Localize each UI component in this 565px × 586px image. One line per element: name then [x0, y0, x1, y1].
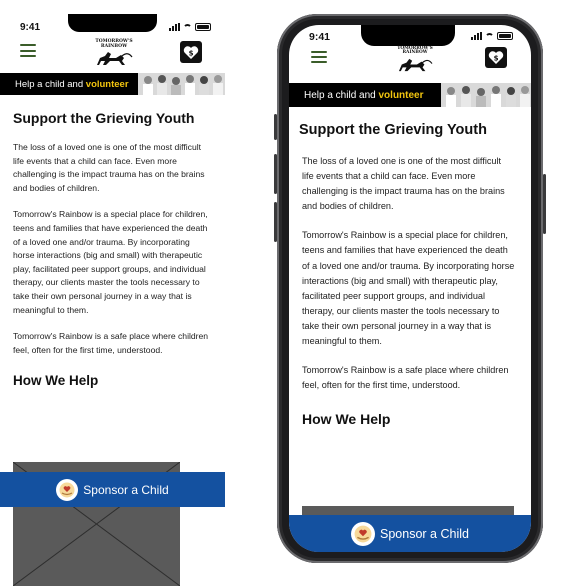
- volunteers-photo: [138, 73, 225, 95]
- volunteer-banner[interactable]: Help a child and volunteer: [289, 83, 531, 107]
- wifi-icon: [183, 23, 192, 31]
- section-heading: How We Help: [13, 373, 99, 389]
- safe-place-paragraph: Tomorrow's Rainbow is a safe place where…: [13, 331, 209, 355]
- logo-text: TOMORROW'S RAINBOW: [397, 46, 433, 56]
- main-content: Support the Grieving Youth The loss of a…: [289, 122, 531, 427]
- volunteers-photo: [441, 83, 531, 107]
- heart-dollar-icon[interactable]: $: [180, 41, 202, 63]
- page-title: Support the Grieving Youth: [299, 122, 487, 138]
- mobile-screen-flat: 9:41 TOMORROW'S RAINBOW $ Help a child a…: [0, 0, 225, 586]
- banner-lead: Help a child and: [304, 89, 376, 101]
- signal-icon: [169, 23, 180, 31]
- heart-dollar-icon[interactable]: $: [485, 47, 507, 68]
- sponsor-label: Sponsor a Child: [83, 482, 169, 497]
- status-bar: 9:41: [0, 0, 225, 34]
- logo-text: TOMORROW'S RAINBOW: [95, 39, 133, 49]
- status-icons: [169, 23, 211, 31]
- battery-icon: [195, 23, 211, 31]
- banner-text: Help a child and volunteer: [15, 79, 129, 90]
- about-paragraph: Tomorrow's Rainbow is a special place fo…: [13, 209, 208, 315]
- svg-text:$: $: [189, 49, 194, 57]
- page-title: Support the Grieving Youth: [13, 110, 195, 126]
- status-time: 9:41: [20, 22, 41, 33]
- hand-heart-icon: [56, 478, 79, 501]
- banner-highlight[interactable]: volunteer: [86, 79, 129, 90]
- banner-text: Help a child and volunteer: [304, 90, 424, 101]
- main-content: Support the Grieving Youth The loss of a…: [0, 110, 225, 388]
- section-heading: How We Help: [302, 411, 391, 428]
- site-logo[interactable]: TOMORROW'S RAINBOW: [393, 46, 437, 73]
- device-notch: [68, 14, 157, 32]
- horse-logo-icon: [398, 58, 433, 71]
- volunteer-banner[interactable]: Help a child and volunteer: [0, 73, 225, 95]
- device-notch: [361, 25, 455, 46]
- intro-paragraph: The loss of a loved one is one of the mo…: [302, 156, 505, 212]
- battery-icon: [497, 32, 513, 40]
- mobile-screen-phone: 9:41 TOMORROW'S RAINBOW $ Help a child a…: [289, 25, 531, 552]
- safe-place-paragraph: Tomorrow's Rainbow is a safe place where…: [302, 365, 509, 391]
- wifi-icon: [485, 32, 494, 40]
- banner-highlight[interactable]: volunteer: [379, 90, 424, 101]
- svg-text:$: $: [494, 55, 499, 63]
- status-time: 9:41: [309, 31, 331, 43]
- about-paragraph: Tomorrow's Rainbow is a special place fo…: [302, 230, 515, 347]
- sponsor-child-button[interactable]: Sponsor a Child: [289, 515, 531, 552]
- hamburger-menu-icon[interactable]: [20, 44, 36, 57]
- sponsor-label: Sponsor a Child: [380, 526, 469, 541]
- banner-lead: Help a child and: [15, 78, 84, 90]
- hamburger-menu-icon[interactable]: [311, 51, 327, 63]
- signal-icon: [471, 32, 482, 40]
- hand-heart-icon: [351, 521, 376, 546]
- site-logo[interactable]: TOMORROW'S RAINBOW: [90, 39, 138, 67]
- status-icons: [471, 32, 513, 40]
- horse-logo-icon: [97, 52, 133, 65]
- sponsor-child-button[interactable]: Sponsor a Child: [0, 472, 225, 507]
- intro-paragraph: The loss of a loved one is one of the mo…: [13, 142, 205, 193]
